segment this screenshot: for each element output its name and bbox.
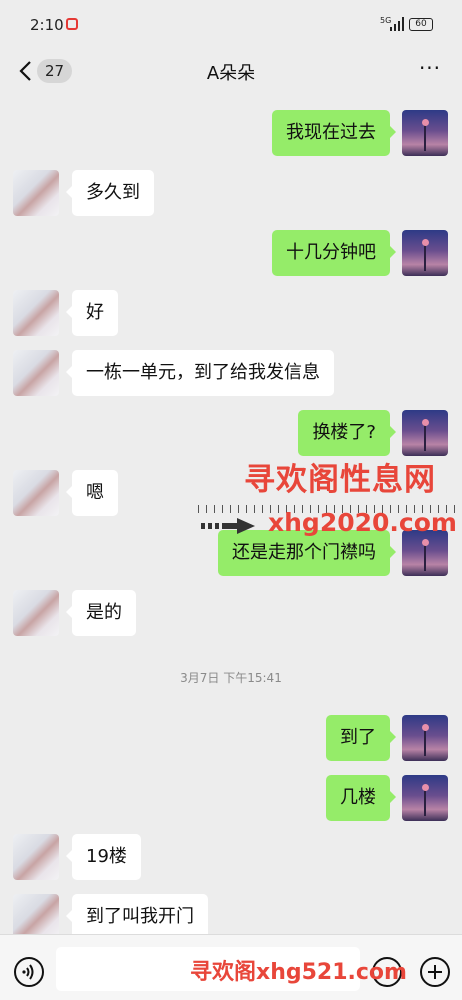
status-bar: 2:10 5G 60 bbox=[0, 0, 462, 46]
message-sent: 我现在过去 bbox=[272, 110, 448, 156]
battery-icon: 60 bbox=[409, 18, 433, 31]
message-sent: 几楼 bbox=[326, 775, 448, 821]
my-avatar[interactable] bbox=[402, 230, 448, 276]
contact-avatar[interactable] bbox=[13, 350, 59, 396]
message-bubble[interactable]: 换楼了? bbox=[298, 410, 396, 456]
contact-avatar[interactable] bbox=[13, 834, 59, 880]
message-bubble[interactable]: 还是走那个门襟吗 bbox=[218, 530, 396, 576]
notification-icon bbox=[66, 18, 78, 30]
input-bar bbox=[0, 934, 462, 1000]
plus-icon[interactable] bbox=[420, 957, 450, 987]
message-sent: 换楼了? bbox=[298, 410, 448, 456]
emoji-icon[interactable] bbox=[372, 957, 402, 987]
my-avatar[interactable] bbox=[402, 410, 448, 456]
signal-bars-icon bbox=[390, 17, 404, 31]
watermark-arrow-icon bbox=[201, 518, 255, 534]
message-received: 是的 bbox=[13, 590, 136, 636]
message-sent: 还是走那个门襟吗 bbox=[218, 530, 448, 576]
contact-avatar[interactable] bbox=[13, 590, 59, 636]
message-sent: 到了 bbox=[326, 715, 448, 761]
message-timestamp: 3月7日 下午15:41 bbox=[180, 671, 282, 685]
my-avatar[interactable] bbox=[402, 775, 448, 821]
my-avatar[interactable] bbox=[402, 110, 448, 156]
message-bubble[interactable]: 多久到 bbox=[66, 170, 154, 216]
watermark-ruler bbox=[198, 505, 462, 513]
watermark-title: 寻欢阁性息网 bbox=[244, 462, 436, 498]
my-avatar[interactable] bbox=[402, 715, 448, 761]
message-bubble[interactable]: 十几分钟吧 bbox=[272, 230, 396, 276]
contact-avatar[interactable] bbox=[13, 470, 59, 516]
message-bubble[interactable]: 几楼 bbox=[326, 775, 396, 821]
message-bubble[interactable]: 是的 bbox=[66, 590, 136, 636]
message-sent: 十几分钟吧 bbox=[272, 230, 448, 276]
message-received: 嗯 bbox=[13, 470, 118, 516]
chat-header: 27 A朵朵 ··· bbox=[0, 46, 462, 98]
message-bubble[interactable]: 19楼 bbox=[66, 834, 141, 880]
message-input[interactable] bbox=[56, 947, 360, 991]
contact-avatar[interactable] bbox=[13, 170, 59, 216]
message-received: 一栋一单元，到了给我发信息 bbox=[13, 350, 334, 396]
message-received: 多久到 bbox=[13, 170, 154, 216]
my-avatar[interactable] bbox=[402, 530, 448, 576]
status-time: 2:10 bbox=[30, 16, 64, 34]
message-bubble[interactable]: 我现在过去 bbox=[272, 110, 396, 156]
chat-title: A朵朵 bbox=[206, 63, 256, 84]
contact-avatar[interactable] bbox=[13, 290, 59, 336]
message-bubble[interactable]: 好 bbox=[66, 290, 118, 336]
message-received: 19楼 bbox=[13, 834, 141, 880]
message-bubble[interactable]: 嗯 bbox=[66, 470, 118, 516]
message-bubble[interactable]: 到了 bbox=[326, 715, 396, 761]
message-received: 好 bbox=[13, 290, 118, 336]
more-options-icon[interactable]: ··· bbox=[418, 58, 442, 82]
voice-input-icon[interactable] bbox=[14, 957, 44, 987]
message-bubble[interactable]: 一栋一单元，到了给我发信息 bbox=[66, 350, 334, 396]
